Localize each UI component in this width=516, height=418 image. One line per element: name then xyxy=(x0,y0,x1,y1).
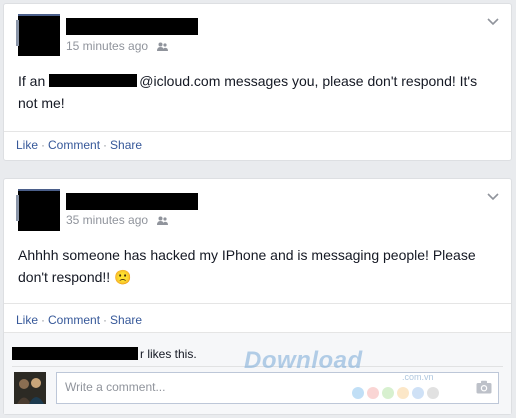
share-link[interactable]: Share xyxy=(110,313,142,327)
post-timestamp[interactable]: 15 minutes ago xyxy=(66,39,148,53)
likes-summary: r likes this. xyxy=(12,347,197,361)
commenter-avatar[interactable] xyxy=(14,372,46,404)
post-card: 35 minutes ago Ahhhh someone has hacked … xyxy=(3,178,512,415)
author-name-redacted[interactable] xyxy=(66,193,198,210)
camera-icon[interactable] xyxy=(476,380,492,394)
post-timestamp[interactable]: 35 minutes ago xyxy=(66,213,148,227)
email-redacted xyxy=(49,74,138,87)
post-actions: Like · Comment · Share xyxy=(16,313,143,327)
watermark-domain: .com.vn xyxy=(402,372,434,382)
actions-divider xyxy=(4,303,511,304)
actions-divider xyxy=(4,131,511,132)
share-link[interactable]: Share xyxy=(110,138,142,152)
post-actions: Like · Comment · Share xyxy=(16,138,143,152)
audience-friends-icon[interactable] xyxy=(157,216,169,226)
post-card: 15 minutes ago If an @icloud.com messages… xyxy=(3,3,512,161)
author-name-redacted[interactable] xyxy=(66,18,198,35)
liker-name-redacted[interactable] xyxy=(12,347,138,360)
watermark-dots xyxy=(352,386,442,404)
post-meta: 15 minutes ago xyxy=(66,39,169,53)
like-link[interactable]: Like xyxy=(16,138,38,152)
comment-link[interactable]: Comment xyxy=(48,313,100,327)
comment-link[interactable]: Comment xyxy=(48,138,100,152)
likes-text: r likes this. xyxy=(140,347,197,361)
author-avatar-redacted[interactable] xyxy=(16,189,60,231)
author-avatar-redacted[interactable] xyxy=(16,14,60,56)
like-link[interactable]: Like xyxy=(16,313,38,327)
chevron-down-icon[interactable] xyxy=(487,18,499,26)
post-body: Ahhhh someone has hacked my IPhone and i… xyxy=(18,247,476,285)
sad-face-emoji: 🙁 xyxy=(114,269,132,285)
audience-friends-icon[interactable] xyxy=(157,42,169,52)
chevron-down-icon[interactable] xyxy=(487,193,499,201)
post-meta: 35 minutes ago xyxy=(66,213,169,227)
watermark-logo: Download xyxy=(244,347,363,374)
post-body: If an @icloud.com messages you, please do… xyxy=(18,73,478,111)
